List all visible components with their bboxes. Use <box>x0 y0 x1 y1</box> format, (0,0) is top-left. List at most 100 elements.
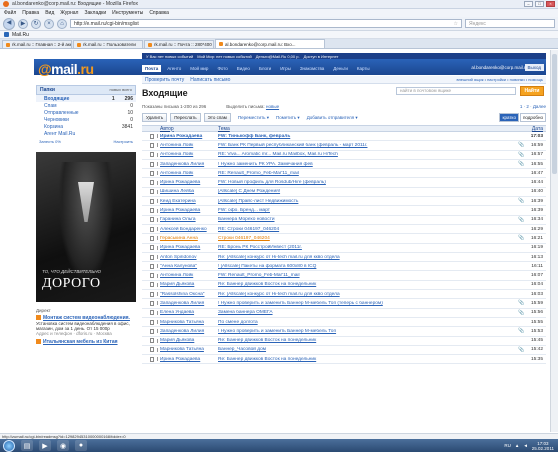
message-from[interactable]: Ирина Рожадаева <box>160 357 218 362</box>
message-from[interactable]: Ирина Рожадаева <box>160 134 218 139</box>
address-bar[interactable]: http://e.mail.ru/cgi-bin/msglist ☆ <box>70 19 462 28</box>
message-subject[interactable]: [Allscale] С Днем Рождения! <box>218 189 518 194</box>
row-checkbox[interactable] <box>150 152 154 158</box>
message-row[interactable]: Антонина Лойк RE: Renault_Promo_Feb-Mar'1… <box>142 169 546 179</box>
exit-button[interactable]: Выход <box>524 64 544 71</box>
message-row[interactable]: Ирина Рожадаева Re: Баннер движков Восток… <box>142 355 546 365</box>
direct-ad-title[interactable]: Итальянская мебель из Китая <box>43 339 118 345</box>
reload-button[interactable]: ↻ <box>31 18 41 29</box>
row-checkbox[interactable] <box>150 170 154 176</box>
portal-nav-item[interactable]: Игры <box>277 65 294 72</box>
action-dropdown[interactable]: Переместить ▾ <box>238 115 269 121</box>
folder-item[interactable]: Корзина 3841 <box>36 123 136 130</box>
message-subject[interactable]: Замена баннера ОМЕГА <box>218 310 518 315</box>
row-checkbox[interactable] <box>150 254 154 260</box>
media-player-icon[interactable]: ▶ <box>39 440 51 451</box>
maximize-button[interactable]: □ <box>535 1 544 7</box>
action-button[interactable]: Переслать <box>170 113 201 122</box>
message-subject[interactable]: RE: Viva... Aromatic mr... Mail.ru Mailb… <box>218 152 518 157</box>
message-row[interactable]: "Rassolshina Оксна" Re: [Allscale] конкур… <box>142 290 546 300</box>
message-from[interactable]: Мария Дьякова <box>160 338 218 343</box>
portal-nav-item[interactable]: Фото <box>214 65 230 72</box>
message-row[interactable]: Антонина Лойк RE: Viva... Aromatic mr... … <box>142 151 546 160</box>
search-input[interactable]: Яндекс <box>465 19 555 28</box>
message-subject[interactable]: Баннер_Часовой дом <box>218 347 518 352</box>
action-button[interactable]: Удалить <box>142 113 168 122</box>
row-checkbox[interactable] <box>150 198 154 204</box>
row-checkbox[interactable] <box>150 282 154 288</box>
volume-icon[interactable]: ◄ <box>523 443 527 448</box>
message-from[interactable]: Антонина Лойк <box>160 152 218 157</box>
message-row[interactable]: Западенкова Лилия! Нужно проверить и зам… <box>142 299 546 309</box>
message-row[interactable]: Гераськина Анна Строки 046197_046204 📎 16:2… <box>142 234 546 244</box>
quota-link[interactable]: Занесть 0% <box>39 139 61 144</box>
top-strip-item[interactable]: Мой Мир: нет новых событий <box>197 54 252 59</box>
browser-tab[interactable]: rk.mail.ru :: Главная :: 2-й акен... <box>2 40 72 48</box>
browser-tab[interactable]: rk.mail.ru :: Пользователи <box>73 40 143 48</box>
row-checkbox[interactable] <box>150 273 154 279</box>
message-subject[interactable]: ! Нужно заменить РК УРА. Замечания фев <box>218 162 518 167</box>
message-from[interactable]: Западенкова Лилия <box>160 162 218 167</box>
browser-tab[interactable]: rk.mail.ru :: Почта :: 280*400 ... <box>144 40 214 48</box>
row-checkbox[interactable] <box>150 235 154 241</box>
page-scrollbar[interactable] <box>550 50 558 432</box>
message-subject[interactable]: RE: Строки 046197_046204 <box>218 227 518 232</box>
message-subject[interactable]: Строки 046197_046204 <box>218 236 518 241</box>
home-button[interactable]: ⌂ <box>57 18 67 29</box>
message-row[interactable]: Anton Spiridonov Re: [Allscale] конкурс о… <box>142 253 546 263</box>
message-row[interactable]: Ирина Рожадаева FW: Новый профиль для Ros… <box>142 178 546 188</box>
menu-item-1[interactable]: Правка <box>22 10 39 16</box>
sort-by-date[interactable]: Дата <box>526 126 546 132</box>
folder-item[interactable]: Спам 0 <box>36 102 136 109</box>
minimize-button[interactable]: – <box>524 1 533 7</box>
row-checkbox[interactable] <box>150 338 154 344</box>
message-subject[interactable]: ! [Allscale] Пакеты на формата 600x80 в … <box>218 264 518 269</box>
row-checkbox[interactable] <box>150 310 154 316</box>
message-from[interactable]: Елена Ундаева <box>160 310 218 315</box>
row-checkbox[interactable] <box>150 328 154 334</box>
portal-nav-item[interactable]: Блоги <box>256 65 274 72</box>
user-email-link[interactable]: al.bondarenko@corp.mail.ru <box>471 65 528 70</box>
portal-nav-item[interactable]: Агенто <box>164 65 184 72</box>
folder-item[interactable]: Входящие 1 296 <box>36 95 136 102</box>
message-from[interactable]: Шишина Лейба <box>160 189 218 194</box>
message-from[interactable]: Ирина Рожадаева <box>160 208 218 213</box>
message-subject[interactable]: Re: [Allscale] конкурс от Hi-tech mail.r… <box>218 292 518 297</box>
message-subject[interactable]: Баннера Морехо новости <box>218 217 518 222</box>
folder-item[interactable]: Черновики 0 <box>36 116 136 123</box>
message-row[interactable]: Алексей Бондаренко RE: Строки 046197_0462… <box>142 225 546 235</box>
ad-banner[interactable]: ТО, ЧТО ДЕЙСТВИТЕЛЬНО ДОРОГО <box>36 152 136 302</box>
row-checkbox[interactable] <box>150 133 154 139</box>
message-subject[interactable]: FW: офо. Бренд... март <box>218 208 518 213</box>
message-subject[interactable]: Re: Баннер движков Восток на понедельник <box>218 357 518 362</box>
direct-label[interactable]: Директ <box>36 308 136 313</box>
message-row[interactable]: Кеид Екатерина [Allscale] Прайс-лист Недв… <box>142 197 546 207</box>
explorer-icon[interactable]: ▤ <box>21 440 33 451</box>
message-subject[interactable]: FW: Банк РК Первый республиканский банк … <box>218 143 518 148</box>
message-from[interactable]: Ирина Рожадаева <box>160 245 218 250</box>
message-subject[interactable]: Re: Баннер движков Восток на понедельник <box>218 282 518 287</box>
menu-item-3[interactable]: Журнал <box>60 10 78 16</box>
browser-tab[interactable]: al.bondarenko@corp.mail.ru: Вхо... <box>215 39 325 48</box>
menu-item-2[interactable]: Вид <box>45 10 54 16</box>
row-checkbox[interactable] <box>150 263 154 269</box>
message-from[interactable]: "Анна Калунова" <box>160 264 218 269</box>
message-from[interactable]: Антонина Лойк <box>160 171 218 176</box>
message-from[interactable]: Кеид Екатерина <box>160 199 218 204</box>
bookmark-mailru[interactable]: Mail.Ru <box>12 32 29 38</box>
mailru-logo[interactable]: @mail.ru <box>38 61 94 77</box>
folder-item[interactable]: Отправленные 10 <box>36 109 136 116</box>
message-row[interactable]: Мария Дьякова Re: Баннер движков Восток н… <box>142 337 546 346</box>
row-checkbox[interactable] <box>150 226 154 232</box>
message-from[interactable]: Anton Spiridonov <box>160 255 218 260</box>
row-checkbox[interactable] <box>150 180 154 186</box>
menu-item-4[interactable]: Закладки <box>84 10 106 16</box>
message-row[interactable]: Марникова Татьяна По смене долгота 15:55 <box>142 318 546 328</box>
message-row[interactable]: Елена Ундаева Замена баннера ОМЕГА 📎 15:56 <box>142 309 546 318</box>
start-button[interactable] <box>3 439 15 452</box>
portal-nav-item[interactable]: Почта <box>142 65 162 72</box>
row-checkbox[interactable] <box>150 347 154 353</box>
message-subject[interactable]: Re: Баннер движков Восток на понедельник <box>218 338 518 343</box>
direct-ad-link[interactable]: Адрес и телефон · dforis.ru · Москва <box>36 331 136 336</box>
portal-nav-item[interactable]: Деньги <box>330 65 351 72</box>
